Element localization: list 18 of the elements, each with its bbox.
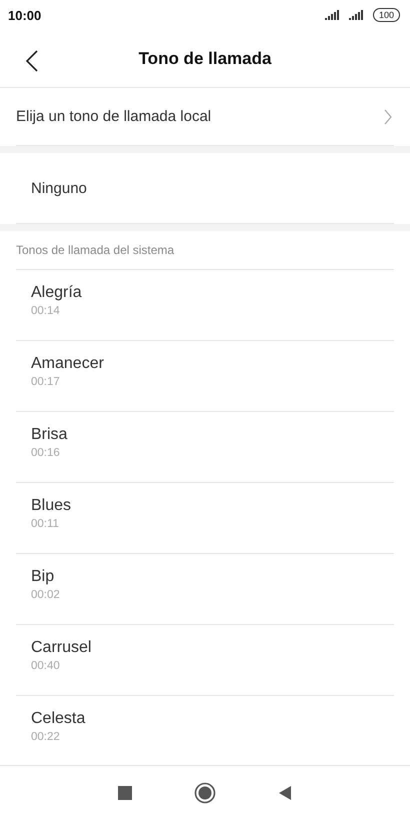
back-nav-button[interactable]: [278, 785, 292, 801]
ringtone-item[interactable]: Alegría 00:14: [16, 269, 394, 340]
ringtone-item[interactable]: Blues 00:11: [16, 482, 394, 553]
section-header: Tonos de llamada del sistema: [16, 243, 174, 257]
ringtone-item[interactable]: Amanecer 00:17: [16, 340, 394, 411]
ringtone-item[interactable]: Celesta 00:22: [16, 695, 394, 765]
home-button[interactable]: [194, 782, 216, 804]
chevron-right-icon: [384, 108, 392, 124]
local-ringtone-option[interactable]: Elija un tono de llamada local: [0, 88, 410, 145]
battery-indicator: 100: [372, 8, 400, 22]
ringtone-item[interactable]: Carrusel 00:40: [16, 624, 394, 695]
ringtone-item[interactable]: Bip 00:02: [16, 553, 394, 624]
ringtone-item[interactable]: Brisa 00:16: [16, 411, 394, 482]
page-title: Tono de llamada: [138, 48, 272, 68]
status-time: 10:00: [8, 8, 42, 22]
none-option[interactable]: Ninguno: [0, 153, 410, 223]
signal-icon: [348, 10, 365, 20]
signal-icon: [324, 10, 341, 20]
